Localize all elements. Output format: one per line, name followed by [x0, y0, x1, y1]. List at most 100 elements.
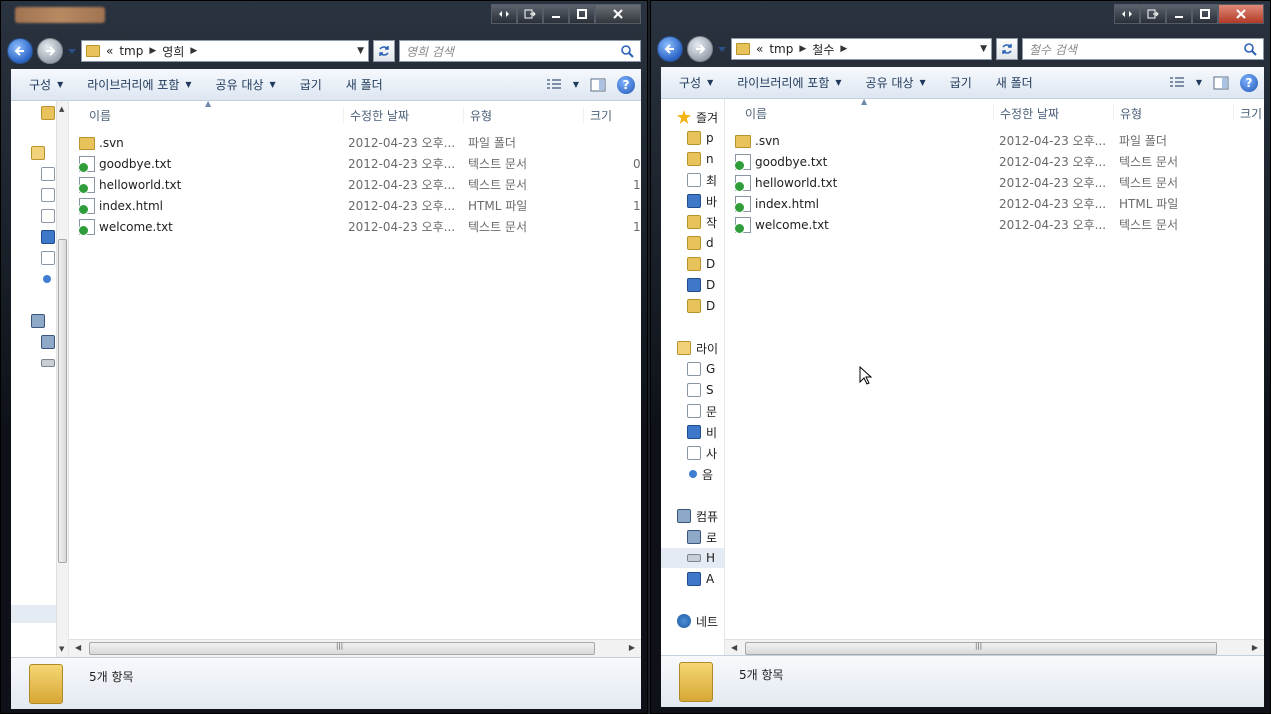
nav-videos[interactable]: 비	[661, 422, 724, 442]
column-size[interactable]: 크기	[583, 107, 612, 123]
share-menu[interactable]: 공유 대상 ▼	[854, 70, 938, 96]
view-options-button[interactable]	[541, 74, 567, 96]
organize-menu[interactable]: 구성 ▼	[17, 72, 75, 98]
back-button[interactable]	[7, 38, 33, 64]
nav-library-item[interactable]: G	[661, 359, 724, 379]
breadcrumb-overflow[interactable]: «	[756, 42, 763, 56]
horizontal-scrollbar[interactable]: ◀ ||| ▶	[69, 639, 641, 657]
scroll-left-icon[interactable]: ◀	[75, 643, 81, 652]
file-row[interactable]: welcome.txt 2012-04-23 오후... 텍스트 문서 1	[78, 216, 641, 237]
chevron-down-icon[interactable]: ▼	[573, 80, 579, 89]
move-window-icon[interactable]	[517, 4, 543, 24]
scroll-down-icon[interactable]: ▼	[59, 645, 64, 653]
snap-icon[interactable]	[1114, 4, 1140, 24]
include-library-menu[interactable]: 라이브러리에 포함 ▼	[75, 72, 203, 98]
nav-favorite-folder[interactable]: d	[661, 233, 724, 253]
nav-favorites[interactable]: 즐겨	[661, 107, 724, 127]
nav-recent-places[interactable]: 최	[661, 170, 724, 190]
nav-drive[interactable]: A	[661, 569, 724, 589]
column-date[interactable]: 수정한 날짜	[343, 107, 409, 123]
breadcrumb-current[interactable]: 철수	[812, 41, 834, 58]
include-library-menu[interactable]: 라이브러리에 포함 ▼	[725, 70, 853, 96]
file-row[interactable]: helloworld.txt 2012-04-23 오후... 텍스트 문서	[734, 172, 1178, 193]
file-row[interactable]: helloworld.txt 2012-04-23 오후... 텍스트 문서 1	[78, 174, 641, 195]
forward-button[interactable]	[687, 36, 713, 62]
nav-favorite-folder[interactable]: n	[661, 149, 724, 169]
nav-dropbox[interactable]: D	[661, 275, 724, 295]
nav-documents[interactable]: 문	[661, 401, 724, 421]
nav-libraries[interactable]: 라이	[661, 338, 724, 358]
address-bar[interactable]: « tmp ▶ 영희 ▶ ▼	[81, 40, 369, 62]
breadcrumb-overflow[interactable]: «	[106, 44, 113, 58]
file-row[interactable]: .svn 2012-04-23 오후... 파일 폴더	[735, 130, 1167, 151]
scroll-right-icon[interactable]: ▶	[1252, 643, 1258, 652]
column-name[interactable]: 이름	[739, 105, 767, 121]
file-row[interactable]: welcome.txt 2012-04-23 오후... 텍스트 문서	[734, 214, 1178, 235]
nav-favorite-folder[interactable]: p	[661, 128, 724, 148]
refresh-button[interactable]	[996, 38, 1018, 60]
column-name[interactable]: 이름	[83, 107, 111, 123]
nav-library-item[interactable]: S	[661, 380, 724, 400]
move-window-icon[interactable]	[1140, 4, 1166, 24]
title-bar[interactable]	[651, 1, 1270, 35]
nav-local-disk[interactable]: 로	[661, 527, 724, 547]
burn-button[interactable]: 굽기	[938, 70, 984, 96]
forward-button[interactable]	[37, 38, 63, 64]
recent-pages-dropdown[interactable]	[67, 38, 77, 64]
share-menu[interactable]: 공유 대상 ▼	[204, 72, 288, 98]
breadcrumb-separator-icon[interactable]: ▶	[149, 46, 156, 56]
nav-desktop[interactable]: 바	[661, 191, 724, 211]
search-icon[interactable]	[620, 44, 634, 58]
file-row[interactable]: index.html 2012-04-23 오후... HTML 파일 1	[78, 195, 641, 216]
new-folder-button[interactable]: 새 폴더	[984, 70, 1045, 96]
file-row[interactable]: .svn 2012-04-23 오후... 파일 폴더	[79, 132, 516, 153]
help-icon[interactable]: ?	[617, 75, 635, 94]
help-icon[interactable]: ?	[1240, 73, 1258, 92]
nav-favorite-folder[interactable]: 작	[661, 212, 724, 232]
preview-pane-button[interactable]	[585, 74, 611, 96]
maximize-button[interactable]	[1192, 4, 1218, 24]
nav-computer[interactable]: 컴퓨	[661, 506, 724, 526]
scroll-left-icon[interactable]: ◀	[731, 643, 737, 652]
nav-pictures[interactable]: 사	[661, 443, 724, 463]
breadcrumb-tmp[interactable]: tmp	[119, 44, 143, 58]
column-size[interactable]: 크기	[1233, 105, 1262, 121]
nav-music[interactable]: 음	[661, 464, 724, 484]
recent-pages-dropdown[interactable]	[717, 36, 727, 62]
file-row[interactable]: goodbye.txt 2012-04-23 오후... 텍스트 문서 0	[78, 153, 641, 174]
view-options-button[interactable]	[1164, 72, 1190, 94]
address-bar[interactable]: « tmp ▶ 철수 ▶ ▼	[731, 38, 992, 60]
close-button[interactable]	[1218, 4, 1264, 24]
minimize-button[interactable]	[543, 4, 569, 24]
snap-icon[interactable]	[491, 4, 517, 24]
column-type[interactable]: 유형	[1113, 105, 1142, 121]
title-bar[interactable]	[1, 1, 647, 35]
new-folder-button[interactable]: 새 폴더	[334, 72, 395, 98]
address-dropdown-icon[interactable]: ▼	[980, 44, 987, 54]
refresh-button[interactable]	[373, 40, 395, 62]
scroll-right-icon[interactable]: ▶	[629, 643, 635, 652]
scroll-up-icon[interactable]: ▲	[59, 105, 64, 113]
breadcrumb-tmp[interactable]: tmp	[769, 42, 793, 56]
maximize-button[interactable]	[569, 4, 595, 24]
nav-downloads[interactable]: D	[661, 296, 724, 316]
breadcrumb-separator-icon[interactable]: ▶	[190, 46, 197, 56]
nav-vertical-scrollbar[interactable]: ▲ ▼	[56, 101, 68, 657]
address-dropdown-icon[interactable]: ▼	[357, 46, 364, 56]
search-input[interactable]: 철수 검색	[1022, 38, 1264, 60]
back-button[interactable]	[657, 36, 683, 62]
close-button[interactable]	[595, 4, 641, 24]
breadcrumb-current[interactable]: 영희	[162, 43, 184, 60]
nav-drive-selected[interactable]: H	[661, 548, 724, 568]
search-icon[interactable]	[1243, 42, 1257, 56]
burn-button[interactable]: 굽기	[288, 72, 334, 98]
file-row[interactable]: index.html 2012-04-23 오후... HTML 파일	[734, 193, 1178, 214]
minimize-button[interactable]	[1166, 4, 1192, 24]
nav-network[interactable]: 네트	[661, 611, 724, 631]
column-type[interactable]: 유형	[463, 107, 492, 123]
nav-scroll-thumb[interactable]	[58, 239, 67, 563]
organize-menu[interactable]: 구성 ▼	[667, 70, 725, 96]
nav-favorite-folder[interactable]: D	[661, 254, 724, 274]
breadcrumb-separator-icon[interactable]: ▶	[840, 44, 847, 54]
chevron-down-icon[interactable]: ▼	[1196, 78, 1202, 87]
